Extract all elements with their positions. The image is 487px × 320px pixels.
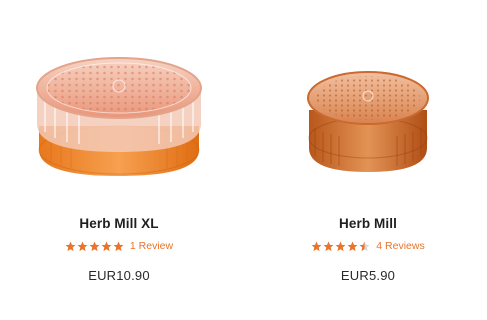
product-card[interactable]: Herb Mill 4 Reviews EUR5.90 [253,0,483,320]
star-full-icon [65,241,76,251]
rating-stars [65,241,124,252]
product-price: EUR5.90 [340,268,396,283]
star-full-icon [77,241,88,251]
star-full-icon [335,241,346,251]
star-full-icon [101,241,112,251]
product-name[interactable]: Herb Mill XL [4,216,234,231]
product-image[interactable] [253,40,483,200]
product-grid: Herb Mill XL 1 Review EUR10.90 Herb Mill… [0,0,487,320]
star-full-icon [113,241,124,251]
grinder-xl-image [36,57,202,176]
grinder-image [307,71,429,172]
star-full-icon [347,241,358,251]
product-card[interactable]: Herb Mill XL 1 Review EUR10.90 [4,0,234,320]
product-image[interactable] [4,40,234,200]
product-name[interactable]: Herb Mill [253,216,483,231]
review-count-link[interactable]: 4 Reviews [376,240,424,252]
star-full-icon [323,241,334,251]
star-full-icon [311,241,322,251]
star-half-icon [359,241,370,251]
product-price: EUR10.90 [88,268,150,283]
rating-stars [311,241,370,252]
product-rating[interactable]: 1 Review [4,240,234,252]
review-count-link[interactable]: 1 Review [130,240,173,252]
product-rating[interactable]: 4 Reviews [253,240,483,252]
star-full-icon [89,241,100,251]
